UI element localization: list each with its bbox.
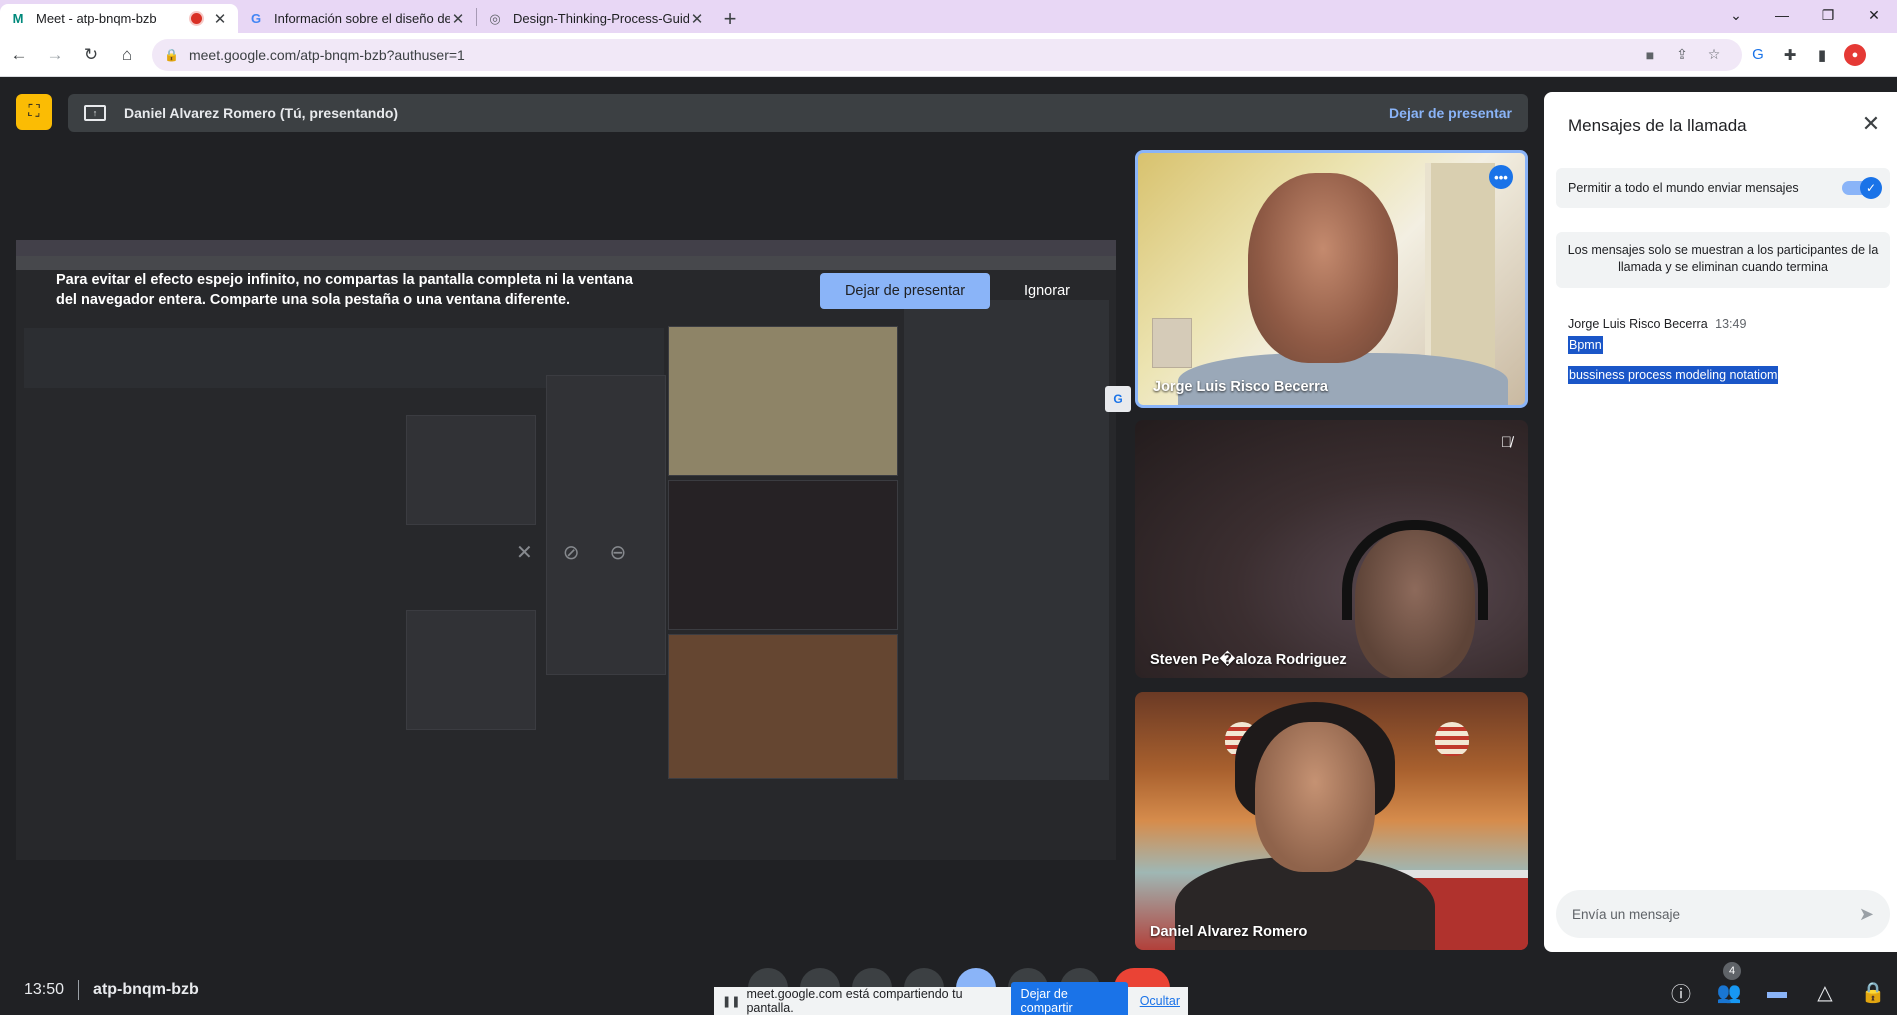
tab-pdf-guide[interactable]: ◎ Design-Thinking-Process-Guide.p ✕ <box>477 4 715 33</box>
tab-title: Información sobre el diseño de N <box>274 11 450 26</box>
tab-meet[interactable]: M Meet - atp-bnqm-bzb ✕ <box>0 4 238 33</box>
recording-indicator-icon <box>191 13 202 24</box>
background-poster <box>1152 318 1192 368</box>
hide-banner-link[interactable]: Ocultar <box>1140 994 1180 1008</box>
browser-toolbar: ← → ↻ ⌂ 🔒 meet.google.com/atp-bnqm-bzb?a… <box>0 33 1897 77</box>
stop-sharing-button[interactable]: Dejar de compartir <box>1010 982 1128 1015</box>
window-controls: ⌄ — ❐ ✕ <box>1713 0 1897 30</box>
more-options-icon[interactable]: ••• <box>1489 165 1513 189</box>
meeting-info: 13:50 atp-bnqm-bzb <box>24 980 199 1000</box>
extensions-puzzle-icon[interactable]: ✚ <box>1774 39 1806 71</box>
captions-button[interactable] <box>852 968 892 988</box>
reactions-button[interactable] <box>904 968 944 988</box>
globe-favicon-icon: ◎ <box>489 10 501 26</box>
message-placeholder[interactable]: Envía un mensaje <box>1572 907 1859 922</box>
message-author: Jorge Luis Risco Becerra <box>1568 317 1708 331</box>
bookmark-star-icon[interactable]: ☆ <box>1698 46 1730 63</box>
activities-icon[interactable]: △ <box>1801 972 1849 1012</box>
message-header: Jorge Luis Risco Becerra 13:49 <box>1568 317 1746 331</box>
allow-messages-row: Permitir a todo el mundo enviar mensajes… <box>1556 168 1890 208</box>
translate-extension-icon[interactable]: G <box>1742 39 1774 71</box>
presentation-bar: ↑ Daniel Alvarez Romero (Tú, presentando… <box>68 94 1528 132</box>
screen-share-banner: ❚❚ meet.google.com está compartiendo tu … <box>714 982 1188 1015</box>
warning-stop-presenting-button[interactable]: Dejar de presentar <box>820 273 990 309</box>
participant-face <box>1248 173 1398 363</box>
participant-face <box>1255 722 1375 872</box>
mirror-warning-text: Para evitar el efecto espejo infinito, n… <box>56 272 633 308</box>
screen-share-icon: ↑ <box>84 105 106 121</box>
check-icon: ✓ <box>1860 177 1882 199</box>
forward-icon[interactable]: → <box>38 38 72 72</box>
send-icon[interactable]: ➤ <box>1859 904 1874 925</box>
pause-icon: ❚❚ <box>722 995 741 1008</box>
message-time: 13:49 <box>1715 317 1747 331</box>
clock-time: 13:50 <box>24 981 65 998</box>
meet-favicon-icon: M <box>12 11 24 26</box>
camera-button[interactable] <box>800 968 840 988</box>
close-tab-icon[interactable]: ✕ <box>450 10 466 28</box>
host-controls-icon[interactable]: 🔒 <box>1849 972 1897 1012</box>
side-controls: ⓘ 👥 4 ▬ △ 🔒 <box>1657 962 1897 1012</box>
browser-tab-strip: M Meet - atp-bnqm-bzb ✕ G Información so… <box>0 0 1897 33</box>
participant-tile[interactable]: ••• Jorge Luis Risco Becerra <box>1135 150 1528 408</box>
mirror-dim-overlay <box>16 240 1116 860</box>
divider <box>78 980 80 1000</box>
mic-button[interactable] <box>748 968 788 988</box>
chat-title: Mensajes de la llamada <box>1568 116 1747 135</box>
chat-message[interactable]: Bpmn <box>1568 336 1603 354</box>
restore-icon[interactable]: ❐ <box>1805 0 1851 30</box>
side-panel-icon[interactable]: ▮ <box>1806 39 1838 71</box>
reload-icon[interactable]: ↻ <box>74 38 108 72</box>
chat-notice: Los mensajes solo se muestran a los part… <box>1556 232 1890 288</box>
stop-presenting-link[interactable]: Dejar de presentar <box>1389 105 1512 121</box>
message-input[interactable]: Envía un mensaje ➤ <box>1556 890 1890 938</box>
warning-ignore-button[interactable]: Ignorar <box>1012 273 1082 309</box>
meeting-details-icon[interactable]: ⓘ <box>1657 972 1705 1012</box>
close-tab-icon[interactable]: ✕ <box>689 10 705 28</box>
participant-name: Jorge Luis Risco Becerra <box>1153 379 1328 395</box>
close-window-icon[interactable]: ✕ <box>1851 0 1897 30</box>
share-banner-text: meet.google.com está compartiendo tu pan… <box>746 987 963 1015</box>
mic-muted-icon: 🎙̸ <box>1500 434 1512 451</box>
participant-tile[interactable]: Daniel Alvarez Romero <box>1135 692 1528 950</box>
back-icon[interactable]: ← <box>2 38 36 72</box>
presenting-indicator-icon[interactable]: ⛶ <box>16 94 52 130</box>
google-favicon-icon: G <box>250 11 262 26</box>
chat-message[interactable]: bussiness process modeling notatiom <box>1568 366 1779 384</box>
tab-search-icon[interactable]: ⌄ <box>1713 0 1759 30</box>
meeting-code: atp-bnqm-bzb <box>93 981 199 998</box>
present-button[interactable] <box>956 968 996 988</box>
participant-tile[interactable]: 🎙̸ Steven Pe�aloza Rodriguez <box>1135 420 1528 678</box>
allow-messages-toggle[interactable]: ✓ <box>1842 177 1882 199</box>
new-tab-button[interactable]: + <box>715 4 745 33</box>
participant-name: Steven Pe�aloza Rodriguez <box>1150 652 1347 668</box>
chat-panel: Mensajes de la llamada ✕ Permitir a todo… <box>1544 92 1897 952</box>
address-bar[interactable]: 🔒 meet.google.com/atp-bnqm-bzb?authuser=… <box>152 38 1742 71</box>
chat-icon[interactable]: ▬ <box>1753 972 1801 1012</box>
participant-name: Daniel Alvarez Romero <box>1150 924 1308 940</box>
people-icon[interactable]: 👥 4 <box>1705 962 1753 1012</box>
close-tab-icon[interactable]: ✕ <box>212 10 228 28</box>
allow-messages-label: Permitir a todo el mundo enviar mensajes <box>1568 181 1799 195</box>
lock-icon[interactable]: 🔒 <box>164 48 179 62</box>
tab-title: Meet - atp-bnqm-bzb <box>36 11 157 26</box>
tab-title: Design-Thinking-Process-Guide.p <box>513 11 689 26</box>
share-icon[interactable]: ⇪ <box>1666 46 1698 63</box>
translate-icon[interactable]: G <box>1105 386 1131 412</box>
minimize-icon[interactable]: — <box>1759 0 1805 30</box>
background-lamp <box>1435 722 1469 756</box>
tab-google-search[interactable]: G Información sobre el diseño de N ✕ <box>238 4 476 33</box>
home-icon[interactable]: ⌂ <box>110 38 144 72</box>
camera-icon[interactable]: ■ <box>1634 47 1666 63</box>
participant-headset <box>1342 520 1488 620</box>
presenter-name: Daniel Alvarez Romero (Tú, presentando) <box>124 105 399 121</box>
close-chat-icon[interactable]: ✕ <box>1857 110 1885 138</box>
url-text[interactable]: meet.google.com/atp-bnqm-bzb?authuser=1 <box>189 47 1634 63</box>
profile-avatar[interactable]: ● <box>1844 43 1866 66</box>
participant-count-badge: 4 <box>1723 962 1741 980</box>
